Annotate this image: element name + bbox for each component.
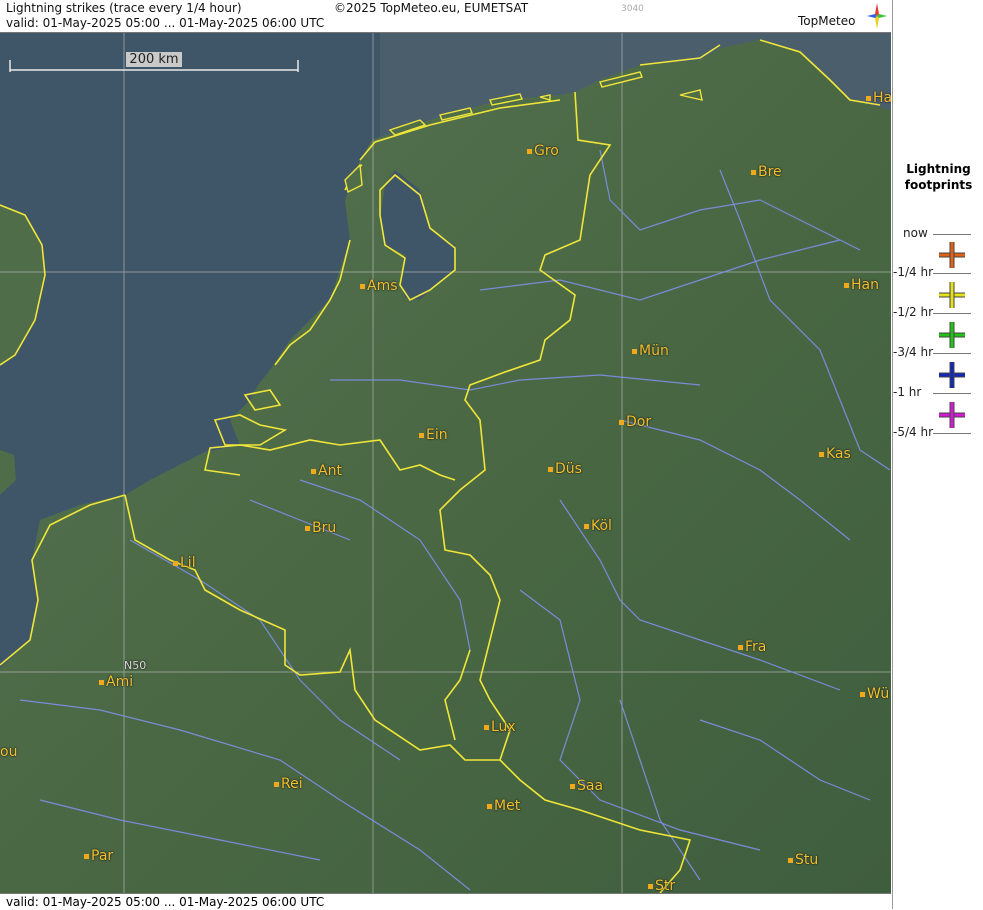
lightning-legend: Lightning footprints now -1/4 hr -1/2 hr… [892, 0, 983, 909]
city-label[interactable]: Str [648, 878, 675, 893]
city-label[interactable]: Gro [527, 143, 559, 159]
satellite-map[interactable]: 200 km N50 Gro Bre Ha Ams Han Mün Ein Do… [0, 33, 891, 893]
scale-bar-label: 200 km [126, 52, 182, 67]
city-label[interactable]: Bre [751, 164, 782, 180]
city-label[interactable]: Mün [632, 343, 669, 359]
lightning-cross-icon [939, 282, 965, 308]
city-label[interactable]: Stu [788, 852, 818, 868]
city-label[interactable]: Kas [819, 446, 851, 462]
city-label[interactable]: ou [0, 744, 17, 760]
map-layers [0, 33, 891, 893]
city-label[interactable]: Par [84, 848, 113, 864]
topmeteo-logo: TopMeteo [798, 14, 856, 28]
compass-logo-icon [867, 3, 887, 29]
city-label[interactable]: Met [487, 798, 520, 814]
legend-time: now [903, 226, 928, 240]
city-label[interactable]: Han [844, 277, 879, 293]
city-label[interactable]: Fra [738, 639, 766, 655]
city-label[interactable]: Rei [274, 776, 303, 792]
city-label[interactable]: Düs [548, 461, 582, 477]
city-label[interactable]: Wü [860, 686, 889, 702]
city-label[interactable]: Saa [570, 778, 603, 794]
city-label[interactable]: Bru [305, 520, 336, 536]
map-header: Lightning strikes (trace every 1/4 hour)… [0, 0, 891, 33]
footer-valid-time: valid: 01-May-2025 05:00 ... 01-May-2025… [6, 895, 325, 909]
city-label[interactable]: Lil [173, 555, 196, 571]
lightning-cross-icon [939, 242, 965, 268]
city-label[interactable]: Ant [311, 463, 342, 479]
map-title: Lightning strikes (trace every 1/4 hour) [6, 1, 242, 15]
legend-time: -3/4 hr [893, 345, 933, 359]
grid-label-n50: N50 [124, 659, 147, 672]
city-label[interactable]: Köl [584, 518, 612, 534]
lightning-cross-icon [939, 362, 965, 388]
legend-time: -5/4 hr [893, 425, 933, 439]
lightning-cross-icon [939, 322, 965, 348]
city-label[interactable]: Ams [360, 278, 398, 294]
lightning-cross-icon [939, 402, 965, 428]
legend-time: -1 hr [893, 385, 922, 399]
map-footer: valid: 01-May-2025 05:00 ... 01-May-2025… [0, 893, 891, 910]
legend-divider [933, 234, 971, 235]
city-label[interactable]: Ha [866, 90, 891, 106]
legend-time: -1/2 hr [893, 305, 933, 319]
legend-title: Lightning footprints [904, 162, 973, 192]
city-label[interactable]: Ein [419, 427, 448, 443]
city-label[interactable]: Ami [99, 674, 133, 690]
valid-time: valid: 01-May-2025 05:00 ... 01-May-2025… [6, 16, 325, 30]
copyright: ©2025 TopMeteo.eu, EUMETSAT [334, 1, 529, 15]
image-code: 3040 [621, 4, 644, 14]
legend-crosses [939, 242, 965, 428]
legend-time: -1/4 hr [893, 265, 933, 279]
city-label[interactable]: Lux [484, 719, 516, 735]
city-label[interactable]: Dor [619, 414, 651, 430]
